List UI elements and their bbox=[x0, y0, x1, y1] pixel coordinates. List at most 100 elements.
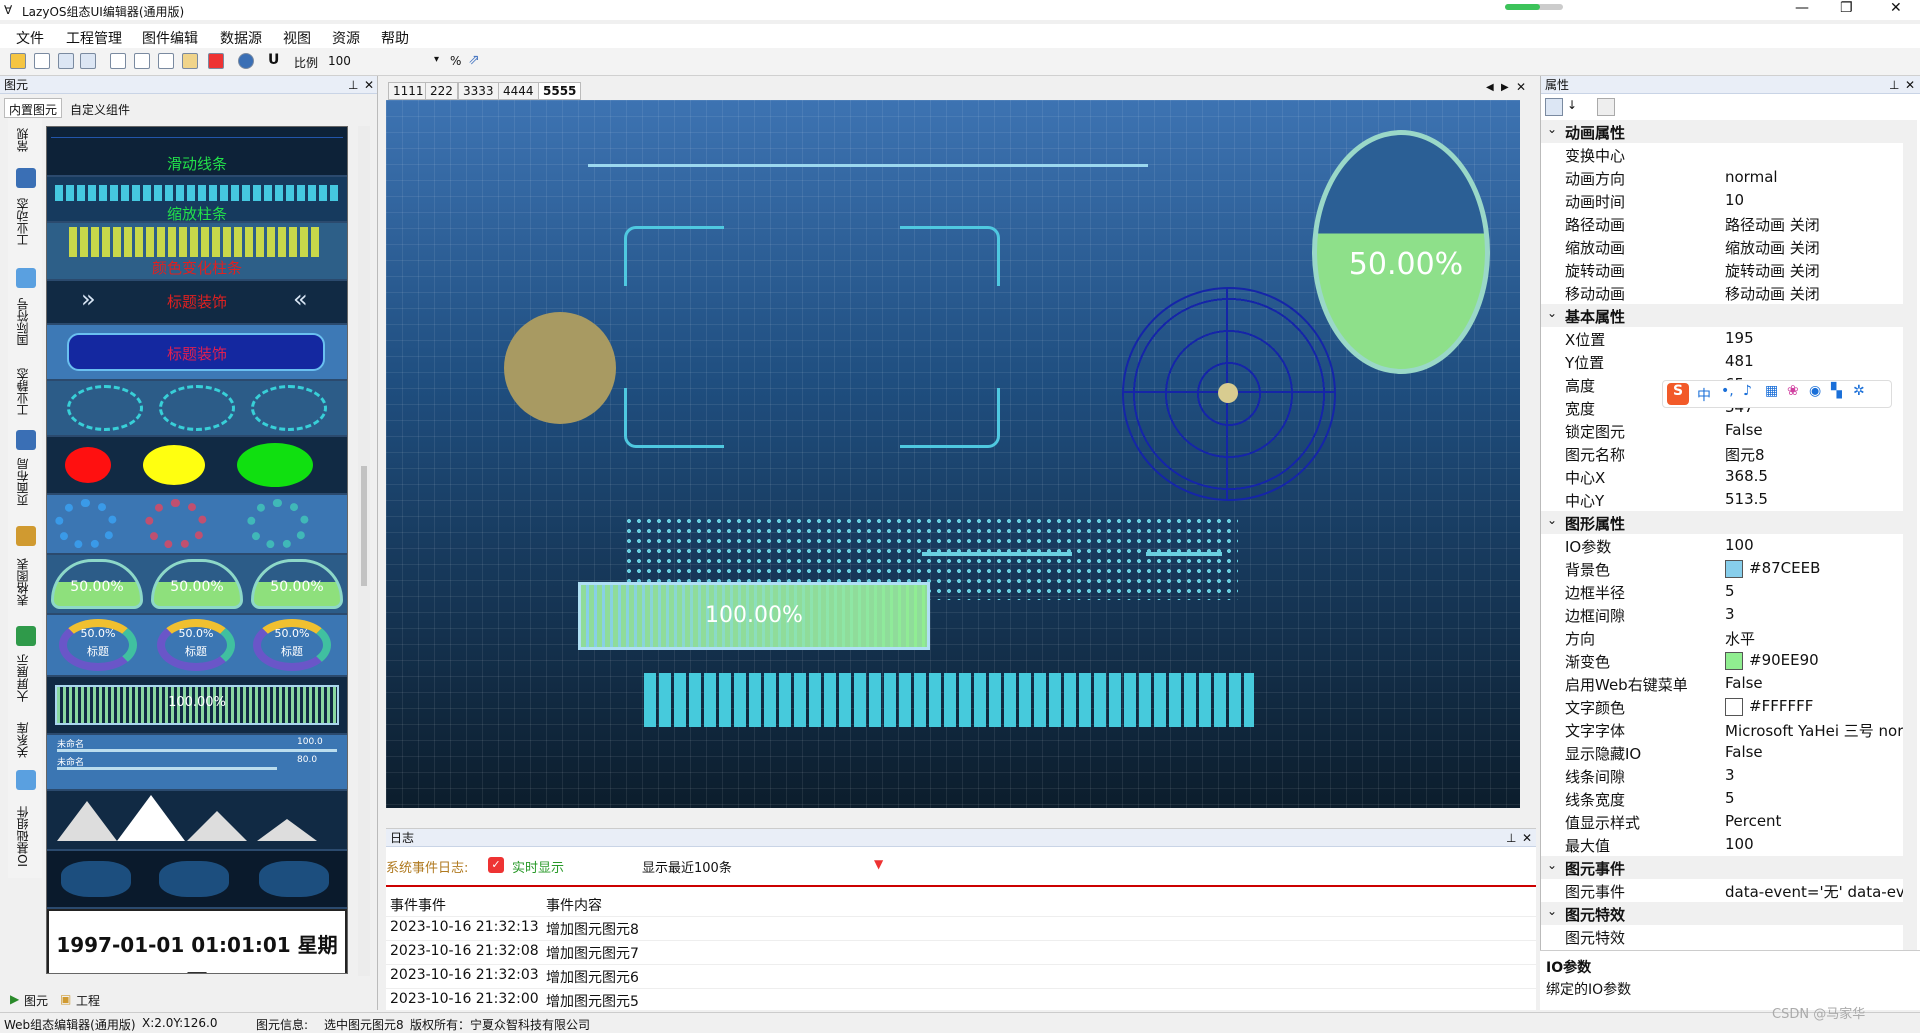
property-row[interactable]: 锁定图元 False bbox=[1541, 419, 1903, 442]
property-value-cell[interactable]: 10 bbox=[1725, 191, 1744, 209]
palette-datetime[interactable]: 1997-01-01 01:01:01 星期一 bbox=[47, 909, 347, 973]
property-value-cell[interactable]: 513.5 bbox=[1725, 490, 1768, 508]
tab-scroll-right-icon[interactable]: ▶ bbox=[1501, 82, 1509, 93]
property-value-cell[interactable]: False bbox=[1725, 743, 1763, 761]
log-row[interactable]: 2023-10-16 21:32:03 增加图元图元6 bbox=[386, 965, 1536, 989]
property-value-cell[interactable]: 481 bbox=[1725, 352, 1754, 370]
menu-help[interactable]: 帮助 bbox=[381, 28, 409, 48]
property-row[interactable]: 线条间隙 3 bbox=[1541, 764, 1903, 787]
canvas-circle[interactable] bbox=[504, 312, 616, 424]
apply-icon[interactable]: ⇗ bbox=[468, 52, 480, 68]
property-row[interactable]: 最大值 100 bbox=[1541, 833, 1903, 856]
collapse-icon[interactable]: ⌄ bbox=[1547, 858, 1557, 872]
palette-color-bars[interactable]: 颜色变化柱条 bbox=[47, 223, 347, 279]
property-row[interactable]: 变换中心 bbox=[1541, 143, 1903, 166]
ime-punct-icon[interactable]: •, bbox=[1721, 383, 1734, 399]
scale-dropdown-icon[interactable]: ▾ bbox=[434, 54, 439, 65]
category-io-basic[interactable]: IO基础组件 bbox=[14, 806, 36, 867]
underline-icon[interactable]: U bbox=[268, 52, 279, 68]
category-intl-symbols[interactable]: 国际符号 bbox=[14, 298, 36, 346]
property-value-cell[interactable]: 旋转动画 关闭 bbox=[1725, 260, 1820, 281]
ime-skin-icon[interactable]: ❀ bbox=[1787, 383, 1799, 399]
property-category[interactable]: ⌄ 动画属性 bbox=[1541, 120, 1903, 143]
property-category[interactable]: ⌄ 图形属性 bbox=[1541, 511, 1903, 534]
palette-list-bars[interactable]: 未命名 100.0 未命名 80.0 bbox=[47, 735, 347, 789]
property-row[interactable]: 值显示样式 Percent bbox=[1541, 810, 1903, 833]
property-pages-icon[interactable] bbox=[1597, 98, 1615, 116]
property-category[interactable]: ⌄ 图元特效 bbox=[1541, 902, 1903, 925]
property-row[interactable]: 文字字体 Microsoft YaHei 三号 nor bbox=[1541, 718, 1903, 741]
category-industrial-static[interactable]: 工业静态 bbox=[14, 368, 36, 416]
canvas-bar-strip[interactable] bbox=[644, 673, 1254, 727]
property-value-cell[interactable]: #90EE90 bbox=[1725, 651, 1819, 670]
property-row[interactable]: 中心X 368.5 bbox=[1541, 465, 1903, 488]
canvas-sliding-line[interactable] bbox=[588, 164, 1148, 167]
ime-settings-icon[interactable]: ✲ bbox=[1853, 383, 1865, 399]
collapse-icon[interactable]: ⌄ bbox=[1547, 904, 1557, 918]
save-icon[interactable] bbox=[58, 53, 74, 69]
pin-icon[interactable]: ⊥ bbox=[348, 76, 358, 94]
log-row[interactable]: 2023-10-16 21:32:00 增加图元图元5 bbox=[386, 989, 1536, 1013]
canvas-frame-deco[interactable] bbox=[624, 226, 1000, 448]
property-category[interactable]: ⌄ 基本属性 bbox=[1541, 304, 1903, 327]
save-all-icon[interactable] bbox=[80, 53, 96, 69]
close-icon[interactable]: ✕ bbox=[364, 76, 374, 94]
palette-peak-chart[interactable] bbox=[47, 791, 347, 849]
palette-indicator-lights[interactable] bbox=[47, 437, 347, 493]
property-value-cell[interactable]: Microsoft YaHei 三号 nor bbox=[1725, 720, 1903, 741]
property-value-cell[interactable]: 3 bbox=[1725, 605, 1735, 623]
log-pin-icon[interactable]: ⊥ bbox=[1506, 829, 1516, 847]
ime-mic-icon[interactable]: ♪ bbox=[1743, 383, 1752, 399]
category-relation-lib[interactable]: 关系库 bbox=[14, 722, 36, 758]
palette-zoom-bars[interactable]: 缩放柱条 bbox=[47, 177, 347, 223]
recent-select[interactable]: 显示最近100条 bbox=[642, 857, 732, 876]
property-value-cell[interactable]: 5 bbox=[1725, 582, 1735, 600]
property-row[interactable]: 动画时间 10 bbox=[1541, 189, 1903, 212]
canvas-radar[interactable] bbox=[1122, 287, 1336, 501]
canvas-progress-bar[interactable]: 100.00% bbox=[578, 582, 930, 650]
property-row[interactable]: 图元名称 图元8 bbox=[1541, 442, 1903, 465]
recent-dropdown-icon[interactable]: ▼ bbox=[874, 857, 883, 871]
doc-tab-222[interactable]: 222 bbox=[425, 82, 458, 100]
globe-icon[interactable] bbox=[238, 53, 254, 69]
color-swatch[interactable] bbox=[1725, 697, 1743, 716]
realtime-checkbox[interactable]: ✓ bbox=[488, 857, 504, 873]
property-row[interactable]: 路径动画 路径动画 关闭 bbox=[1541, 212, 1903, 235]
property-row[interactable]: 旋转动画 旋转动画 关闭 bbox=[1541, 258, 1903, 281]
palette-ring-charts[interactable]: 50.0% 标题 50.0% 标题 50.0% 标题 bbox=[47, 615, 347, 675]
category-layout[interactable]: 页面布局 bbox=[14, 458, 36, 506]
property-scrollbar[interactable] bbox=[1903, 120, 1917, 984]
property-value-cell[interactable]: Percent bbox=[1725, 812, 1781, 830]
scale-input[interactable]: 100 bbox=[328, 54, 440, 68]
property-value-cell[interactable]: 100 bbox=[1725, 835, 1754, 853]
menu-edit[interactable]: 图件编辑 bbox=[142, 28, 198, 48]
property-value-cell[interactable]: 缩放动画 关闭 bbox=[1725, 237, 1820, 258]
palette-title-deco2[interactable]: 标题装饰 bbox=[47, 325, 347, 379]
property-row[interactable]: 方向 水平 bbox=[1541, 626, 1903, 649]
property-value-cell[interactable]: 5 bbox=[1725, 789, 1735, 807]
property-value-cell[interactable]: 移动动画 关闭 bbox=[1725, 283, 1820, 304]
doc-tab-1111[interactable]: 1111 bbox=[388, 82, 429, 100]
ime-toolbar[interactable]: S 中 •, ♪ ▦ ❀ ◉ ▚ ✲ bbox=[1662, 380, 1892, 408]
palette-gauge-rings[interactable] bbox=[47, 495, 347, 553]
prop-pin-icon[interactable]: ⊥ bbox=[1889, 76, 1899, 94]
category-general[interactable]: 常规 bbox=[14, 128, 36, 152]
property-row[interactable]: 移动动画 移动动画 关闭 bbox=[1541, 281, 1903, 304]
maximize-button[interactable]: ❐ bbox=[1840, 0, 1853, 16]
property-row[interactable]: 启用Web右键菜单 False bbox=[1541, 672, 1903, 695]
new-icon[interactable] bbox=[34, 53, 50, 69]
minimize-button[interactable]: — bbox=[1795, 0, 1809, 16]
palette-progress-bar[interactable]: 100.00% bbox=[47, 677, 347, 733]
property-category[interactable]: ⌄ 图元事件 bbox=[1541, 856, 1903, 879]
paste-icon[interactable] bbox=[182, 53, 198, 69]
sort-category-icon[interactable] bbox=[1545, 98, 1563, 116]
property-value-cell[interactable]: 3 bbox=[1725, 766, 1735, 784]
prop-close-icon[interactable]: ✕ bbox=[1905, 76, 1915, 94]
palette-maps[interactable] bbox=[47, 851, 347, 907]
menu-datasource[interactable]: 数据源 bbox=[220, 28, 262, 48]
close-button[interactable]: ✕ bbox=[1890, 0, 1902, 16]
tab-builtin[interactable]: 内置图元 bbox=[4, 98, 63, 118]
property-value-cell[interactable]: 路径动画 关闭 bbox=[1725, 214, 1820, 235]
property-row[interactable]: 渐变色 #90EE90 bbox=[1541, 649, 1903, 672]
property-row[interactable]: 动画方向 normal bbox=[1541, 166, 1903, 189]
